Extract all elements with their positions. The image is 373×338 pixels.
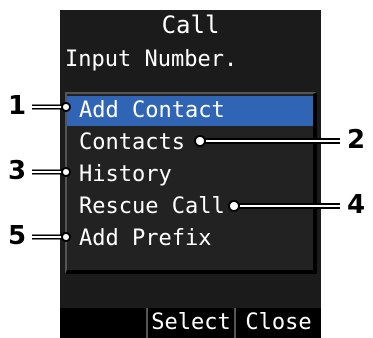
callout-2: 2 bbox=[347, 125, 366, 155]
callout-4: 4 bbox=[347, 190, 366, 220]
callout-5: 5 bbox=[8, 221, 27, 251]
callout-lines bbox=[32, 102, 340, 242]
callout-1: 1 bbox=[8, 91, 27, 121]
callout-3: 3 bbox=[8, 156, 27, 186]
